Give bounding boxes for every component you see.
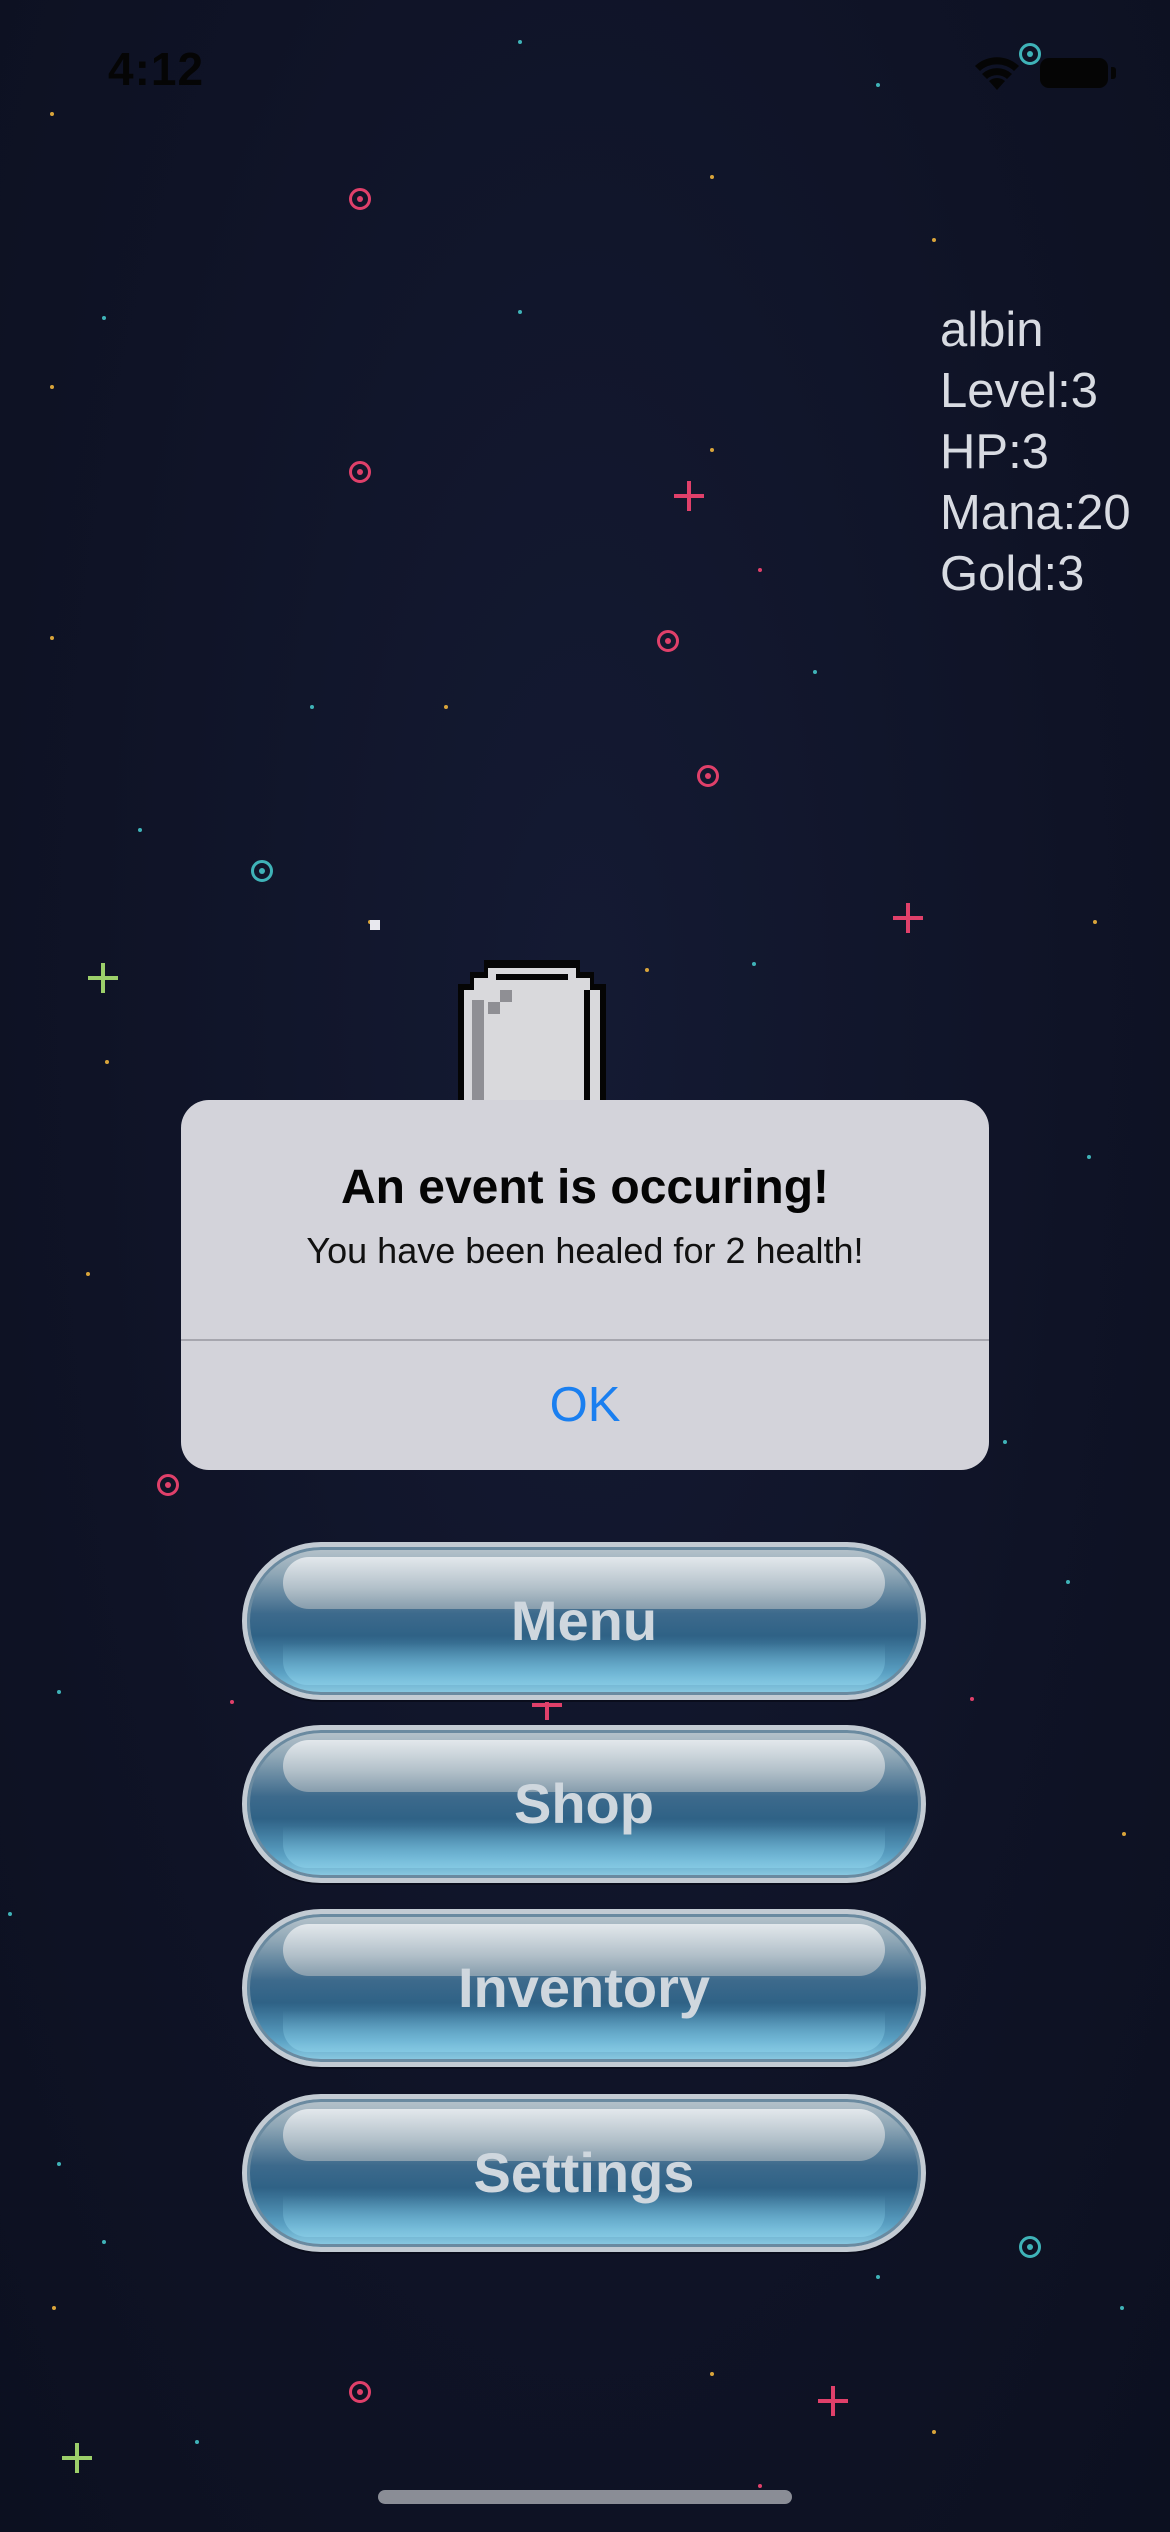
inventory-button-label: Inventory [457, 1956, 711, 2019]
star [1087, 1155, 1091, 1159]
star [813, 670, 817, 674]
star [932, 2430, 936, 2434]
star [157, 1474, 179, 1496]
star [970, 1697, 974, 1701]
star [105, 1060, 109, 1064]
star [710, 175, 714, 179]
star [657, 630, 679, 652]
star [86, 1272, 90, 1276]
shop-button[interactable]: Shop [242, 1725, 926, 1883]
star [102, 316, 106, 320]
star [50, 385, 54, 389]
star [52, 2306, 56, 2310]
star [1019, 2236, 1041, 2258]
menu-button[interactable]: Menu [242, 1542, 926, 1700]
star [62, 2443, 92, 2473]
star [349, 188, 371, 210]
status-time: 4:12 [108, 43, 205, 95]
star [349, 461, 371, 483]
star [876, 2275, 880, 2279]
star [818, 2386, 848, 2416]
star [57, 2162, 61, 2166]
star [102, 2240, 106, 2244]
star [1066, 1580, 1070, 1584]
star [518, 310, 522, 314]
star [88, 963, 118, 993]
player-stats: albin Level:3 HP:3 Mana:20 Gold:3 [940, 300, 1160, 605]
star [710, 2372, 714, 2376]
star [50, 636, 54, 640]
menu-button-label: Menu [510, 1589, 658, 1652]
star [893, 903, 923, 933]
wifi-icon [975, 57, 1019, 90]
status-bar: 4:12 [0, 0, 1170, 140]
star [8, 1912, 12, 1916]
star [1093, 920, 1097, 924]
star [1003, 1440, 1007, 1444]
game-screen: 4:12 albin Level:3 HP:3 Mana:20 Gold:3 M… [0, 0, 1170, 2532]
star [752, 962, 756, 966]
star [195, 2440, 199, 2444]
star [1122, 1832, 1126, 1836]
star [1120, 2306, 1124, 2310]
battery-icon [1040, 58, 1116, 88]
star [230, 1700, 234, 1704]
home-indicator[interactable] [378, 2490, 792, 2504]
player-gold: Gold:3 [940, 547, 1085, 601]
alert-message: You have been healed for 2 health! [306, 1230, 864, 1271]
star [932, 238, 936, 242]
star [645, 968, 649, 972]
shop-button-label: Shop [514, 1772, 654, 1835]
star [349, 2381, 371, 2403]
settings-button[interactable]: Settings [242, 2094, 926, 2252]
alert-ok-button[interactable]: OK [181, 1341, 989, 1470]
player-level: Level:3 [940, 364, 1099, 418]
event-alert-dialog: An event is occuring! You have been heal… [181, 1100, 989, 1470]
alert-title: An event is occuring! [340, 1161, 830, 1214]
star [710, 448, 714, 452]
star [138, 828, 142, 832]
player-hp: HP:3 [940, 425, 1049, 479]
orb-sprite-icon [458, 960, 606, 1100]
inventory-button[interactable]: Inventory [242, 1909, 926, 2067]
player-name: albin [940, 303, 1044, 357]
star [758, 568, 762, 572]
star [758, 2484, 762, 2488]
star [370, 920, 380, 930]
star [444, 705, 448, 709]
settings-button-label: Settings [473, 2141, 695, 2204]
star [697, 765, 719, 787]
star [57, 1690, 61, 1694]
player-mana: Mana:20 [940, 486, 1131, 540]
star [310, 705, 314, 709]
star [251, 860, 273, 882]
star [674, 481, 704, 511]
